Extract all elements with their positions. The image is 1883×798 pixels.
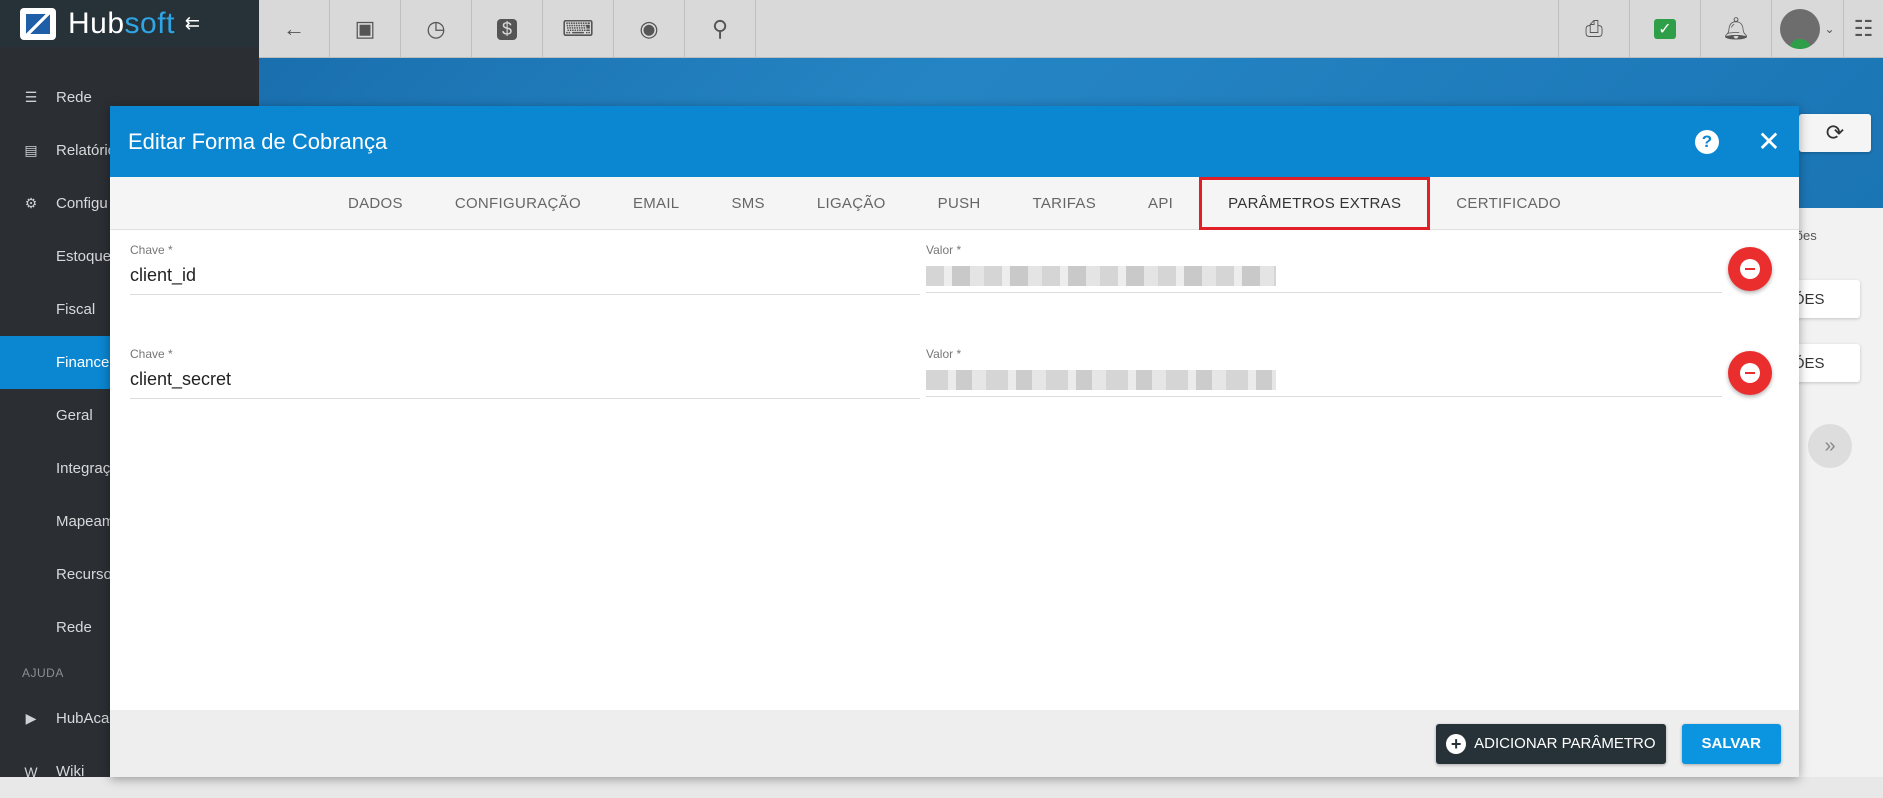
modal-footer: + ADICIONAR PARÂMETRO SALVAR [110,710,1799,777]
key-label: Chave * [130,243,173,257]
key-input[interactable]: client_secret [130,369,920,399]
redacted-value [926,370,1276,390]
wikipedia-icon: W [24,763,38,780]
sidebar-item-label: Rede [56,89,92,106]
value-input[interactable] [926,370,1722,397]
search-icon[interactable]: ⚲ [685,0,756,58]
calendar-clock-icon[interactable]: ◷ [401,0,472,58]
menu-icon[interactable]: ☷ [1843,0,1883,58]
tab-tarifas[interactable]: TARIFAS [1007,177,1123,230]
dollar-icon[interactable]: $ [472,0,543,58]
eye-icon[interactable]: ◉ [614,0,685,58]
value-field[interactable]: Valor * [926,347,1722,397]
close-icon[interactable]: ✕ [1757,125,1781,158]
sidebar-item-label: Estoque [56,248,112,265]
expand-icon[interactable]: » [1808,424,1852,468]
collapse-sidebar-icon[interactable]: ⇇ [185,13,200,34]
remove-param-button[interactable] [1728,247,1772,291]
key-field[interactable]: Chave * client_id [130,243,920,295]
key-label: Chave * [130,347,173,361]
tab-ligacao[interactable]: LIGAÇÃO [791,177,912,230]
tab-push[interactable]: PUSH [912,177,1007,230]
sidebar-item-label: HubAcad [56,710,118,727]
gear-icon: ⚙ [24,195,38,211]
add-parameter-button[interactable]: + ADICIONAR PARÂMETRO [1436,723,1666,764]
pdf-icon[interactable]: ⎙ [1558,0,1629,58]
contact-icon[interactable]: ▣ [330,0,401,58]
sidebar-item-label: Financei [56,354,113,371]
tab-certificado[interactable]: CERTIFICADO [1430,177,1587,230]
user-menu[interactable]: ⌄ [1771,0,1843,58]
minus-icon [1740,259,1760,279]
sidebar-item-label: Mapeam [56,513,115,530]
sidebar-item-label: Relatório [56,142,117,159]
key-input[interactable]: client_id [130,265,920,295]
value-label: Valor * [926,347,962,361]
tab-parametros-extras[interactable]: PARÂMETROS EXTRAS [1199,176,1431,230]
modal-title: Editar Forma de Cobrança [128,128,388,154]
sidebar-item-label: Configu [56,195,108,212]
edit-billing-modal: Editar Forma de Cobrança ? ✕ DADOS CONFI… [110,106,1799,777]
refresh-icon[interactable]: ⟳ [1799,114,1871,152]
tab-api[interactable]: API [1122,177,1199,230]
param-row: Chave * client_id Valor * [130,243,1772,307]
sidebar-item-label: Rede [56,619,92,636]
remove-param-button[interactable] [1728,351,1772,395]
add-parameter-label: ADICIONAR PARÂMETRO [1474,735,1656,752]
topbar: ← ▣ ◷ $ ⌨ ◉ ⚲ ⎙ ✓ 🔔︎ ⌄ ☷ [259,0,1883,58]
server-icon: ☰ [24,89,38,105]
sidebar-item-label: Fiscal [56,301,96,318]
logo-bar: Hubsoft ⇇ [0,0,259,47]
minus-icon [1740,363,1760,383]
sidebar-item-label: Geral [56,407,93,424]
tab-dados[interactable]: DADOS [322,177,429,230]
modal-tabs: DADOS CONFIGURAÇÃO EMAIL SMS LIGAÇÃO PUS… [110,176,1799,230]
avatar [1780,9,1821,49]
logo-text: Hubsoft [68,7,175,41]
youtube-icon: ▶ [25,710,37,726]
logo-hub: Hub [68,6,125,40]
document-icon: ▤ [24,142,38,158]
value-field[interactable]: Valor * [926,243,1722,293]
chevron-down-icon: ⌄ [1824,22,1835,36]
sidebar-item-label: Wiki [56,763,85,780]
modal-header: Editar Forma de Cobrança ? ✕ [110,106,1799,177]
key-field[interactable]: Chave * client_secret [130,347,920,399]
value-label: Valor * [926,243,962,257]
logo-soft: soft [124,6,175,40]
param-row: Chave * client_secret Valor * [130,347,1772,411]
back-arrow-icon[interactable]: ← [259,0,330,58]
value-input[interactable] [926,266,1722,293]
help-icon[interactable]: ? [1695,129,1719,154]
redacted-value [926,266,1276,286]
chat-check-icon[interactable]: ✓ [1629,0,1700,58]
save-button[interactable]: SALVAR [1681,723,1781,764]
bell-icon[interactable]: 🔔︎ [1700,0,1771,58]
plus-icon: + [1446,733,1467,754]
tab-configuracao[interactable]: CONFIGURAÇÃO [429,177,607,230]
logo-icon [20,7,56,40]
tab-sms[interactable]: SMS [705,177,790,230]
tab-email[interactable]: EMAIL [607,177,706,230]
terminal-icon[interactable]: ⌨ [543,0,614,58]
